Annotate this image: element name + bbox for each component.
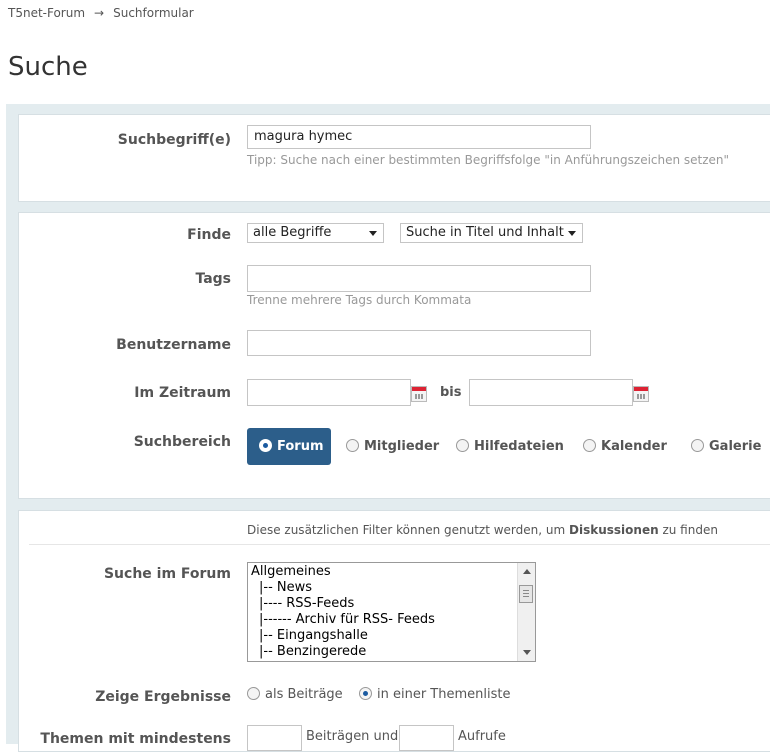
period-from-input[interactable] [247, 379, 411, 406]
forum-list-item[interactable]: |-- Eingangshalle [248, 628, 535, 644]
find-mode-select[interactable]: alle Begriffe [247, 223, 384, 243]
forum-select-label: Suche im Forum [103, 566, 231, 582]
area-option-gallery[interactable]: Galerie [691, 439, 761, 454]
period-label: Im Zeitraum [134, 385, 231, 401]
period-between-label: bis [440, 385, 462, 400]
find-scope-value: Suche in Titel und Inhalt [406, 225, 564, 240]
divider [29, 544, 770, 545]
chevron-down-icon [369, 231, 377, 236]
chevron-down-icon [568, 231, 576, 236]
forum-list-item[interactable]: |------ Archiv für RSS- Feeds [248, 612, 535, 628]
area-option-members[interactable]: Mitglieder [346, 439, 439, 454]
results-option-threads[interactable]: in einer Themenliste [359, 687, 510, 702]
breadcrumb-item-search-form[interactable]: Suchformular [113, 6, 194, 20]
period-to-input[interactable] [469, 379, 633, 406]
listbox-scrollbar[interactable] [517, 563, 535, 661]
area-option-forum[interactable]: Forum [247, 428, 331, 465]
radio-icon [583, 439, 596, 452]
radio-selected-icon [259, 439, 272, 452]
scroll-thumb[interactable] [519, 585, 533, 603]
username-label: Benutzername [116, 337, 231, 353]
find-label: Finde [187, 227, 231, 243]
min-posts-input[interactable] [247, 725, 302, 751]
area-option-help-label: Hilfedateien [474, 439, 564, 454]
tags-label: Tags [195, 271, 231, 287]
forum-list-item[interactable]: |-- Benzingerede [248, 644, 535, 660]
forum-filters-intro: Diese zusätzlichen Filter können genutzt… [247, 523, 718, 537]
filters-panel: Finde alle Begriffe Suche in Titel und I… [18, 212, 770, 499]
breadcrumb: T5net-Forum → Suchformular [8, 6, 194, 20]
forum-list-item[interactable]: Allgemeines [248, 564, 535, 580]
area-option-help[interactable]: Hilfedateien [456, 439, 564, 454]
radio-icon [247, 687, 260, 700]
area-option-gallery-label: Galerie [709, 439, 762, 454]
find-mode-value: alle Begriffe [253, 225, 332, 240]
forum-listbox[interactable]: Allgemeines |-- News |---- RSS-Feeds |--… [247, 562, 536, 662]
find-scope-select[interactable]: Suche in Titel und Inhalt [400, 223, 583, 243]
scroll-up-icon[interactable] [523, 569, 531, 574]
results-option-threads-label: in einer Themenliste [377, 687, 511, 702]
forum-filters-panel: Diese zusätzlichen Filter können genutzt… [18, 510, 770, 752]
tags-input[interactable] [247, 265, 591, 292]
min-views-label: Aufrufe [458, 729, 506, 744]
area-option-forum-label: Forum [277, 439, 324, 454]
results-label: Zeige Ergebnisse [95, 689, 231, 705]
tags-hint: Trenne mehrere Tags durch Kommata [247, 293, 472, 307]
username-input[interactable] [247, 330, 591, 356]
search-term-panel: Suchbegriff(e) magura hymec Tipp: Suche … [18, 114, 770, 202]
radio-selected-icon [359, 687, 372, 700]
search-term-label: Suchbegriff(e) [117, 132, 231, 148]
breadcrumb-item-forum[interactable]: T5net-Forum [8, 6, 85, 20]
radio-icon [346, 439, 359, 452]
calendar-icon[interactable] [411, 386, 427, 402]
page-title: Suche [8, 52, 88, 82]
forum-list-item[interactable]: |-- News [248, 580, 535, 596]
area-option-calendar[interactable]: Kalender [583, 439, 667, 454]
area-option-members-label: Mitglieder [364, 439, 440, 454]
forum-list-item[interactable]: |---- RSS-Feeds [248, 596, 535, 612]
search-term-hint: Tipp: Suche nach einer bestimmten Begrif… [247, 153, 730, 167]
calendar-icon[interactable] [633, 386, 649, 402]
search-term-input[interactable]: magura hymec [247, 125, 591, 149]
scroll-down-icon[interactable] [523, 650, 531, 655]
radio-icon [456, 439, 469, 452]
area-option-calendar-label: Kalender [601, 439, 667, 454]
results-option-posts-label: als Beiträge [265, 687, 343, 702]
search-area-label: Suchbereich [133, 434, 231, 450]
min-posts-label: Beiträgen und [306, 729, 399, 744]
min-threads-label: Themen mit mindestens [40, 731, 231, 747]
min-views-input[interactable] [399, 725, 454, 751]
results-option-posts[interactable]: als Beiträge [247, 687, 343, 702]
radio-icon [691, 439, 704, 452]
breadcrumb-arrow-icon: → [94, 6, 105, 20]
